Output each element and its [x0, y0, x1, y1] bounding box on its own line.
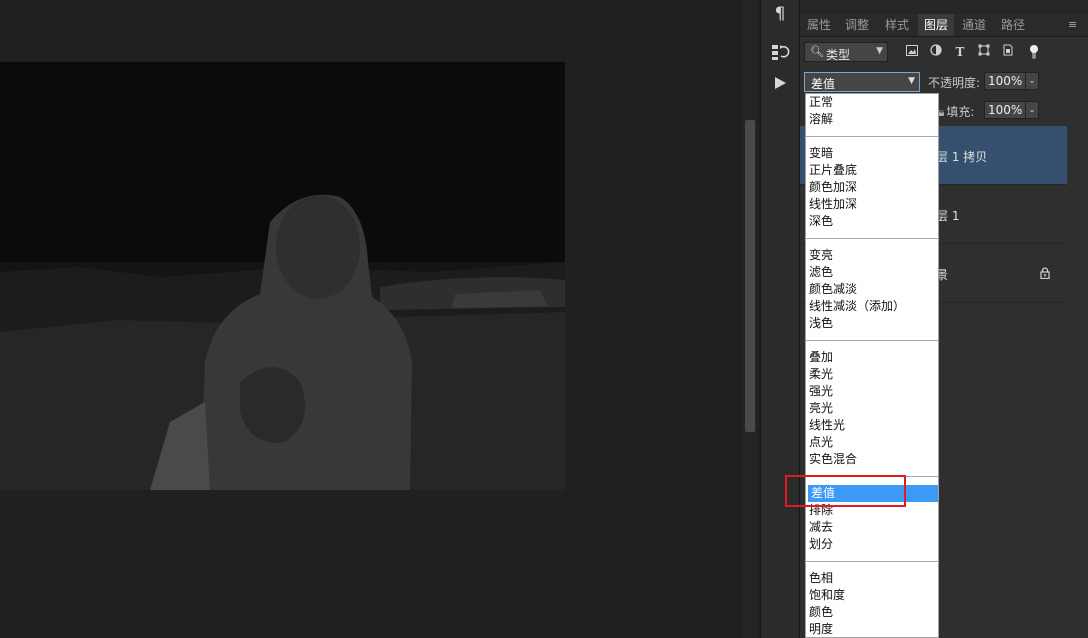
adjustment-filter-icon[interactable]	[928, 44, 944, 60]
paragraph-icon[interactable]: ¶	[767, 2, 793, 26]
blend-mode-option[interactable]: 划分	[806, 536, 938, 553]
blend-mode-option[interactable]: 颜色减淡	[806, 281, 938, 298]
shape-filter-icon[interactable]	[976, 44, 992, 60]
lock-icon	[1040, 267, 1050, 282]
image-filter-icon[interactable]	[904, 44, 920, 60]
type-filter-icon[interactable]: T	[952, 44, 968, 60]
fill-label: 🔒︎ 填充:	[938, 103, 974, 120]
document-image[interactable]	[0, 62, 565, 490]
blend-mode-option[interactable]: 正片叠底	[806, 162, 938, 179]
fill-chevron-icon[interactable]: ⌄	[1025, 101, 1039, 119]
panel-menu-icon[interactable]: ≡	[1068, 19, 1080, 31]
blend-mode-option[interactable]: 减去	[806, 519, 938, 536]
blend-mode-option[interactable]: 颜色	[806, 604, 938, 621]
tab-adjustments[interactable]: 调整	[840, 14, 874, 36]
smart-object-filter-icon[interactable]	[1000, 44, 1016, 60]
blend-mode-option[interactable]: 叠加	[806, 349, 938, 366]
blend-mode-option[interactable]: 变暗	[806, 145, 938, 162]
difference-blended-photo	[0, 62, 565, 490]
annotation-highlight-box	[785, 475, 906, 507]
blend-mode-option[interactable]: 强光	[806, 383, 938, 400]
menu-separator	[806, 136, 938, 137]
tab-styles[interactable]: 样式	[880, 14, 914, 36]
panel-grip[interactable]	[800, 0, 1088, 14]
blend-mode-option[interactable]: 明度	[806, 621, 938, 637]
blend-mode-option[interactable]: 正常	[806, 94, 938, 111]
history-icon[interactable]	[767, 40, 793, 64]
layer-name[interactable]: 层 1	[936, 207, 959, 224]
play-icon[interactable]	[767, 71, 793, 95]
blend-mode-option[interactable]: 变亮	[806, 247, 938, 264]
blend-mode-option[interactable]: 线性减淡（添加）	[806, 298, 938, 315]
opacity-chevron-icon[interactable]: ⌄	[1025, 72, 1039, 90]
document-canvas[interactable]	[0, 0, 742, 638]
tab-paths[interactable]: 路径	[996, 14, 1030, 36]
menu-separator	[806, 238, 938, 239]
blend-mode-option[interactable]: 线性光	[806, 417, 938, 434]
blend-mode-dropdown: 正常 溶解变暗 正片叠底 颜色加深 线性加深 深色变亮 滤色 颜色减淡 线性减淡（添加） 浅色叠加…	[805, 93, 939, 638]
blend-mode-option[interactable]: 点光	[806, 434, 938, 451]
blend-mode-option[interactable]: 浅色	[806, 315, 938, 332]
blend-mode-option[interactable]: 溶解	[806, 111, 938, 128]
tab-properties[interactable]: 属性	[802, 14, 836, 36]
fill-input[interactable]: 100%	[984, 101, 1026, 119]
blend-mode-value: 差值	[811, 77, 836, 91]
blend-mode-option[interactable]: 线性加深	[806, 196, 938, 213]
menu-separator	[806, 561, 938, 562]
panel-dock-strip: ¶	[760, 0, 800, 638]
menu-separator	[806, 340, 938, 341]
canvas-vertical-scrollbar[interactable]	[742, 0, 758, 638]
blend-mode-option[interactable]: 滤色	[806, 264, 938, 281]
toggle-filter-icon[interactable]	[1026, 44, 1042, 60]
blend-mode-option[interactable]: 柔光	[806, 366, 938, 383]
blend-mode-option[interactable]: 颜色加深	[806, 179, 938, 196]
blend-mode-option[interactable]: 饱和度	[806, 587, 938, 604]
chevron-down-icon: ▼	[908, 76, 915, 86]
opacity-input[interactable]: 100%	[984, 72, 1026, 90]
blend-mode-option[interactable]: 亮光	[806, 400, 938, 417]
blend-mode-option[interactable]: 深色	[806, 213, 938, 230]
tab-layers[interactable]: 图层	[918, 14, 954, 36]
blend-mode-option[interactable]: 实色混合	[806, 451, 938, 468]
blend-mode-option[interactable]: 色相	[806, 570, 938, 587]
scroll-thumb[interactable]	[745, 120, 755, 432]
chevron-down-icon: ▼	[876, 46, 883, 56]
blend-mode-select[interactable]: 差值 ▼	[804, 72, 920, 92]
tab-channels[interactable]: 通道	[956, 14, 992, 36]
layer-name[interactable]: 层 1 拷贝	[936, 148, 987, 165]
fill-label-text: 填充:	[946, 105, 975, 119]
panel-tab-bar: 属性 调整 样式 图层 通道 路径 ≡	[800, 14, 1088, 37]
search-icon: 🔍︎	[810, 45, 824, 58]
filter-value: 类型	[826, 48, 851, 62]
opacity-label: 不透明度:	[928, 76, 981, 90]
layer-filter-select[interactable]: 🔍︎ 类型 ▼	[804, 42, 888, 62]
